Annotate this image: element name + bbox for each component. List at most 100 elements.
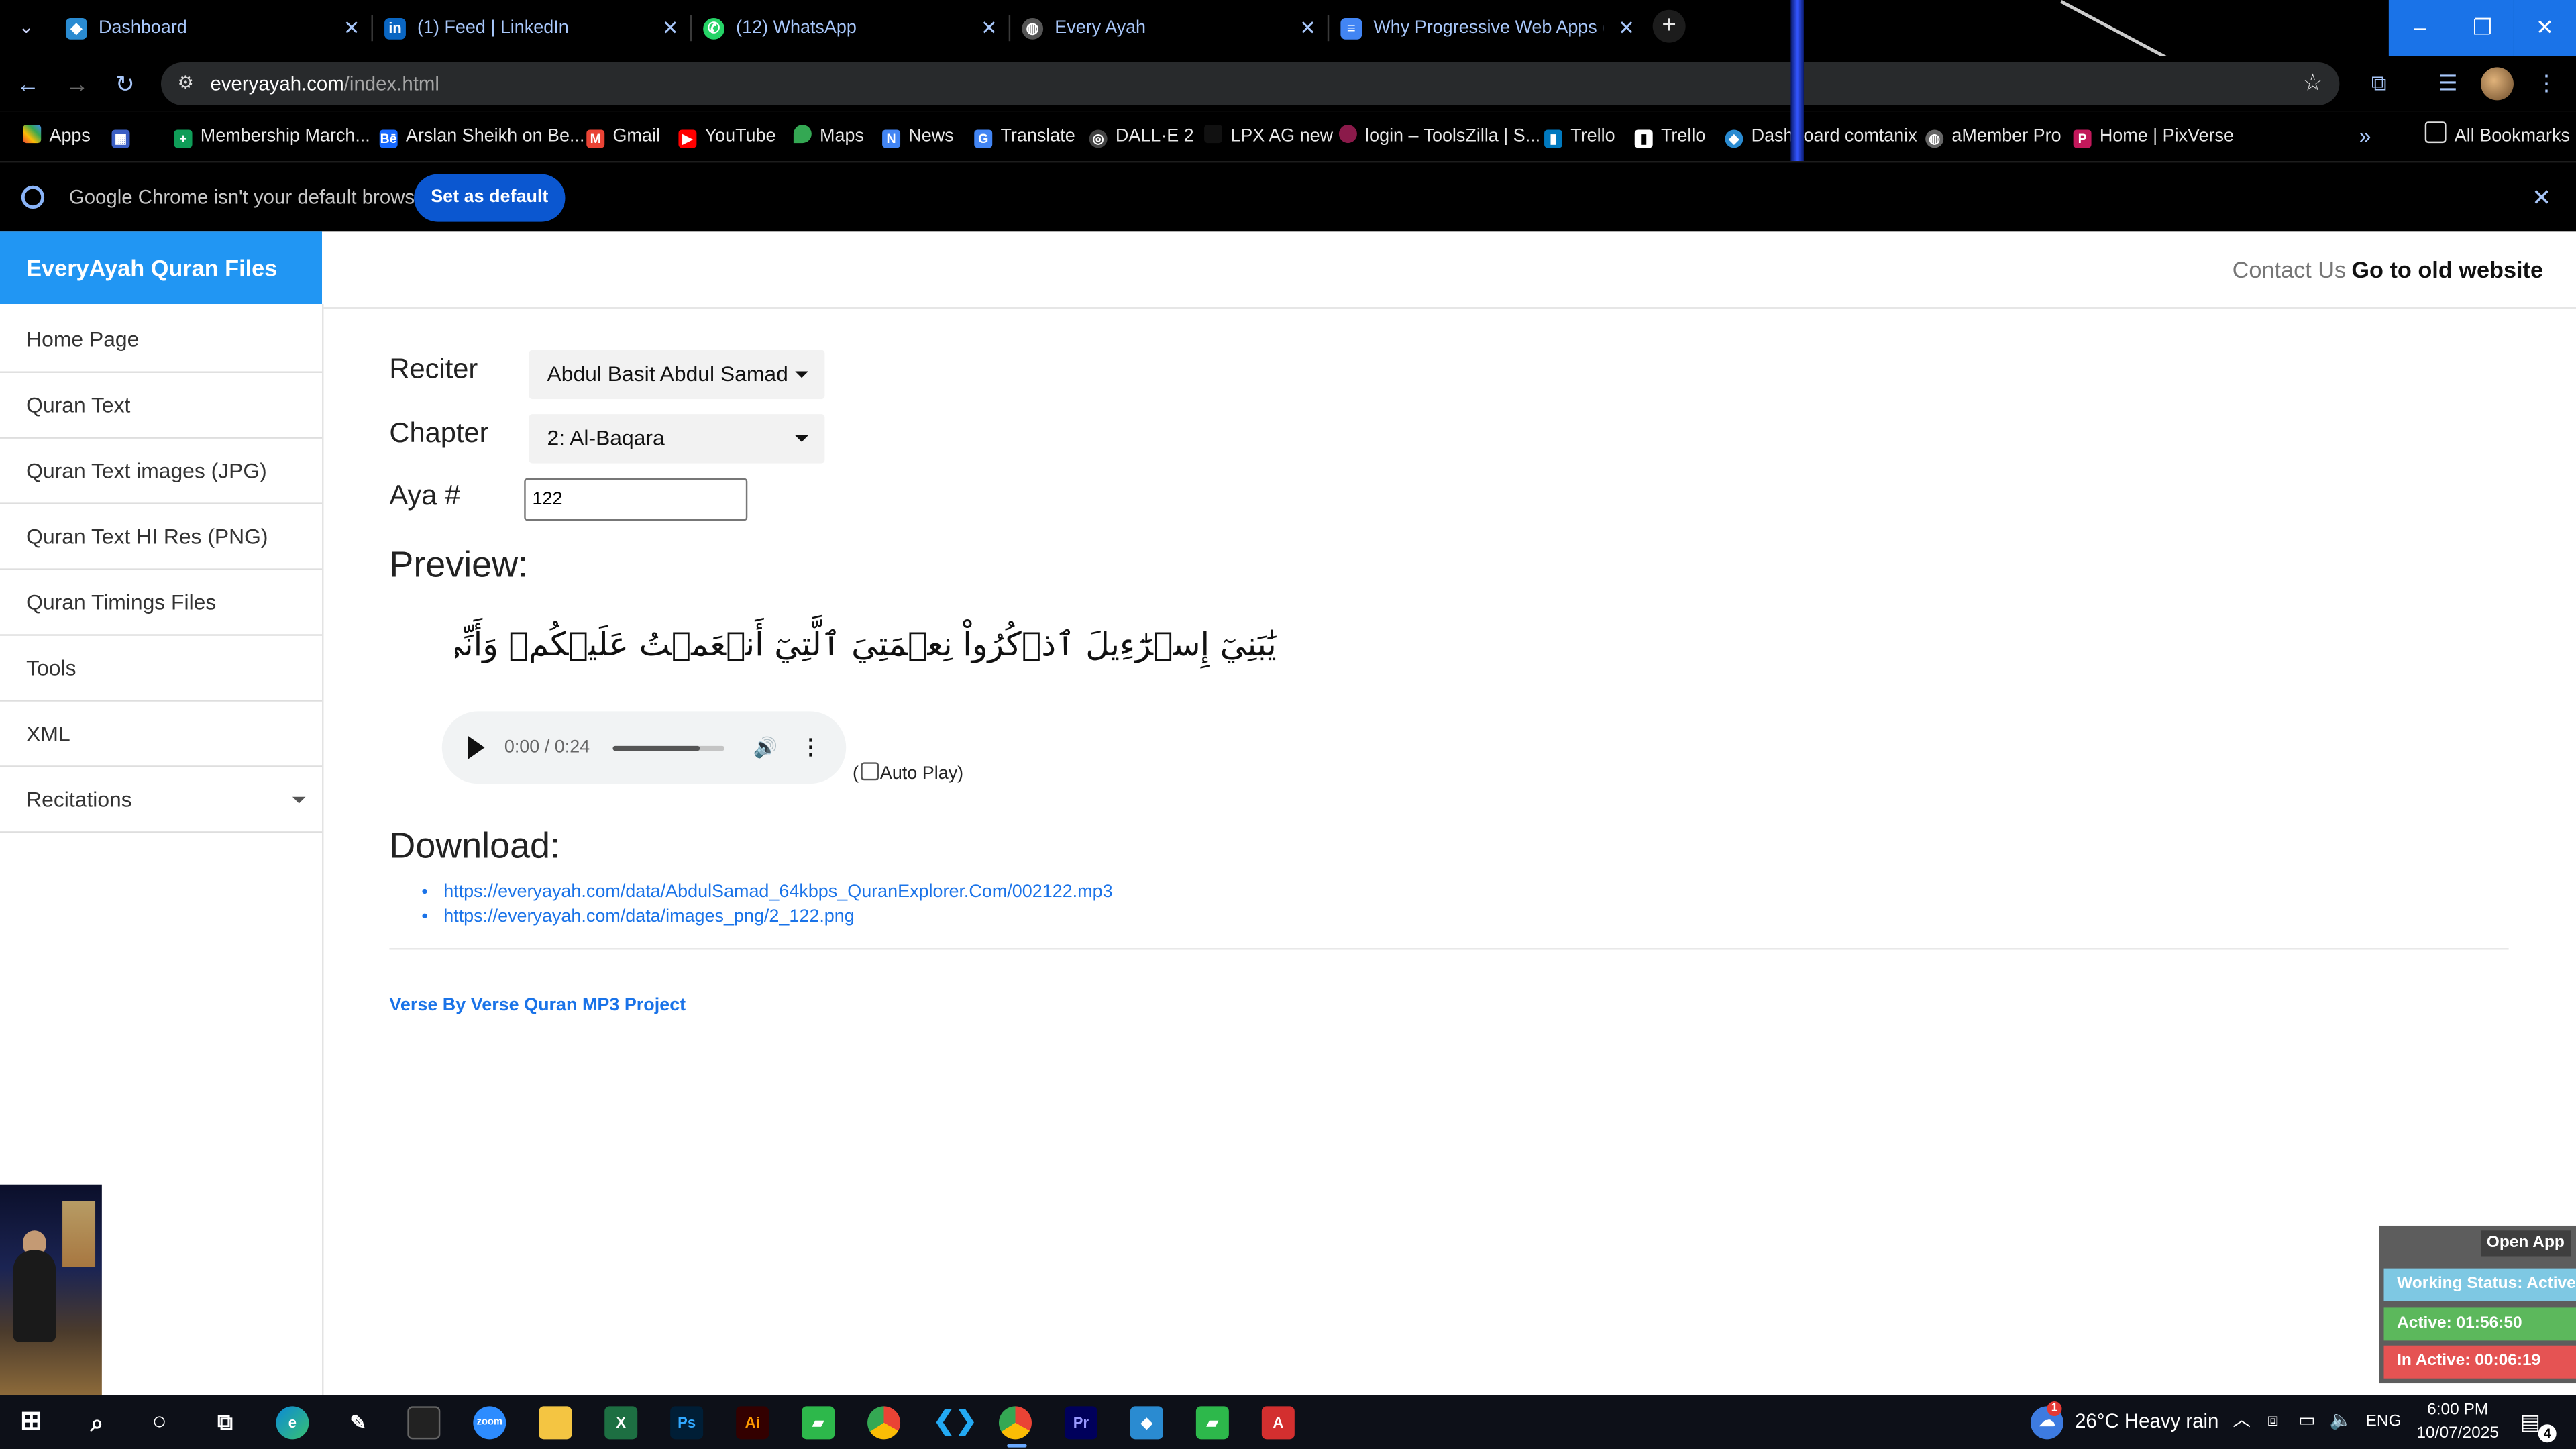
tab-progressive-web-apps[interactable]: ≡ Why Progressive Web Apps (PW ✕ (1331, 7, 1643, 50)
back-arrow-icon[interactable]: ← (13, 69, 43, 99)
bookmark-translate[interactable]: G Translate (974, 112, 1075, 161)
bookmark-lpx[interactable]: LPX AG new (1204, 112, 1333, 161)
file-explorer-icon[interactable] (539, 1406, 572, 1440)
sidebar-item-xml[interactable]: XML (0, 702, 323, 767)
mp3-download-link[interactable]: https://everyayah.com/data/AbdulSamad_64… (443, 882, 1112, 902)
display-icon[interactable]: ▭ (2298, 1395, 2315, 1449)
bookmark-maps[interactable]: Maps (793, 112, 864, 161)
reciter-select[interactable]: Abdul Basit Abdul Samad (529, 350, 825, 400)
tab-search-chevron-icon[interactable]: ⌄ (10, 13, 43, 43)
url-text[interactable]: everyayah.com/index.html (210, 62, 439, 105)
address-bar[interactable]: ⚙ everyayah.com/index.html ☆ (161, 62, 2340, 105)
app-icon[interactable]: ▰ (1195, 1406, 1229, 1440)
tab-whatsapp[interactable]: ✆ (12) WhatsApp ✕ (693, 7, 1005, 50)
network-icon[interactable]: ⧈ (2267, 1395, 2279, 1449)
chevron-up-icon[interactable]: ︿ (2233, 1395, 2251, 1449)
project-footer-link[interactable]: Verse By Verse Quran MP3 Project (389, 996, 686, 1015)
play-icon[interactable] (468, 736, 485, 759)
close-icon[interactable]: ✕ (2527, 182, 2557, 212)
extensions-icon[interactable]: ⧉ (2363, 67, 2396, 100)
infobar-message: Google Chrome isn't your default browser (68, 185, 433, 209)
bookmark-star-icon[interactable]: ☆ (2302, 69, 2323, 97)
chapter-select[interactable]: 2: Al-Baqara (529, 414, 825, 464)
contact-us-link[interactable]: Contact Us (2233, 231, 2347, 307)
weather-text[interactable]: 26°C Heavy rain (2075, 1395, 2218, 1449)
sidebar-item-recitations[interactable]: Recitations (0, 767, 323, 833)
new-tab-plus-icon[interactable]: + (1652, 9, 1686, 43)
bookmark-trello-1[interactable]: ▮ Trello (1544, 112, 1615, 161)
zoom-icon[interactable]: zoom (473, 1406, 506, 1440)
close-icon[interactable]: ✕ (657, 7, 684, 50)
chrome-icon[interactable] (998, 1406, 1032, 1440)
chrome-icon[interactable] (867, 1406, 901, 1440)
sidebar-item-quran-hires[interactable]: Quran Text HI Res (PNG) (0, 504, 323, 570)
bookmark-comtanix[interactable]: ◆ Dashboard comtanix (1725, 112, 1917, 161)
open-app-button[interactable]: Open App (2479, 1230, 2571, 1257)
audio-progress-bar[interactable] (612, 745, 725, 751)
bookmark-amember[interactable]: ◍ aMember Pro (1925, 112, 2061, 161)
kebab-menu-icon[interactable]: ⋮ (800, 733, 822, 762)
bookmark-news[interactable]: N News (882, 112, 954, 161)
sidebar-item-quran-images[interactable]: Quran Text images (JPG) (0, 439, 323, 504)
tab-dashboard[interactable]: ◆ Dashboard ✕ (56, 7, 368, 50)
bookmark-trello-2[interactable]: ▮ Trello (1634, 112, 1705, 161)
notifications-icon[interactable]: ▤ (2520, 1395, 2540, 1449)
excel-icon[interactable]: X (604, 1406, 638, 1440)
reload-icon[interactable]: ↻ (110, 69, 140, 99)
png-download-link[interactable]: https://everyayah.com/data/images_png/2_… (443, 907, 855, 926)
tab-every-ayah[interactable]: ◍ Every Ayah ✕ (1012, 7, 1324, 50)
bookmark-apps[interactable]: Apps (23, 112, 91, 161)
minimize-icon[interactable]: – (2388, 0, 2451, 56)
bookmark-gmail[interactable]: M Gmail (586, 112, 660, 161)
bookmark-pixverse[interactable]: P Home | PixVerse (2073, 112, 2234, 161)
premiere-icon[interactable]: Pr (1064, 1406, 1097, 1440)
kebab-menu-icon[interactable]: ⋮ (2530, 67, 2563, 100)
forward-arrow-icon[interactable]: → (62, 69, 92, 99)
sidebar-item-tools[interactable]: Tools (0, 636, 323, 702)
bookmark-toolszilla[interactable]: login – ToolsZilla | S... (1338, 112, 1540, 161)
acrobat-icon[interactable]: A (1261, 1406, 1295, 1440)
edge-icon[interactable]: e (276, 1406, 309, 1440)
close-icon[interactable]: ✕ (1295, 7, 1321, 50)
speaker-icon[interactable]: 🔈 (2330, 1395, 2353, 1449)
close-icon[interactable]: ✕ (976, 7, 1002, 50)
sidebar-item-timings[interactable]: Quran Timings Files (0, 570, 323, 636)
autoplay-checkbox[interactable] (860, 762, 879, 781)
sidebar-item-home[interactable]: Home Page (0, 307, 323, 373)
photoshop-icon[interactable]: Ps (670, 1406, 704, 1440)
aya-number-input[interactable] (524, 478, 748, 521)
old-website-link[interactable]: Go to old website (2351, 231, 2543, 307)
restore-icon[interactable]: ❐ (2451, 0, 2514, 56)
clock[interactable]: 6:00 PM 10/07/2025 (2408, 1400, 2507, 1446)
bookmark-dalle[interactable]: ◎ DALL·E 2 (1089, 112, 1194, 161)
vscode-icon[interactable]: ❮❯ (933, 1406, 977, 1439)
illustrator-icon[interactable]: Ai (736, 1406, 769, 1440)
search-icon[interactable]: ⌕ (80, 1406, 113, 1439)
app-icon[interactable]: ▰ (802, 1406, 835, 1440)
volume-icon[interactable]: 🔊 (753, 733, 779, 762)
site-info-icon[interactable]: ⚙ (174, 72, 197, 95)
bookmark-grid[interactable]: ▦ (111, 112, 138, 161)
dashboard-icon[interactable]: ◆ (1130, 1406, 1163, 1440)
autoplay-control[interactable]: (Auto Play) (853, 762, 963, 784)
pen-icon[interactable]: ✎ (341, 1406, 374, 1439)
windows-start-icon[interactable]: ⊞ (15, 1406, 48, 1439)
language-indicator[interactable]: ENG (2366, 1395, 2402, 1449)
sidebar-item-quran-text[interactable]: Quran Text (0, 373, 323, 439)
tab-linkedin[interactable]: in (1) Feed | LinkedIn ✕ (374, 7, 686, 50)
terminal-icon[interactable] (407, 1406, 441, 1440)
site-brand[interactable]: EveryAyah Quran Files (0, 231, 323, 305)
bookmark-behance[interactable]: Bē Arslan Sheikh on Be... (379, 112, 584, 161)
close-window-icon[interactable]: ✕ (2513, 0, 2576, 56)
bookmark-youtube[interactable]: ▶ YouTube (678, 112, 776, 161)
profile-avatar[interactable] (2480, 67, 2514, 101)
more-bookmarks-chevron-icon[interactable]: » (2359, 112, 2371, 161)
reading-list-icon[interactable]: ☰ (2432, 67, 2465, 100)
task-view-icon[interactable]: ⧉ (209, 1406, 241, 1439)
close-icon[interactable]: ✕ (1613, 7, 1640, 50)
set-as-default-button[interactable]: Set as default (414, 174, 566, 222)
close-icon[interactable]: ✕ (338, 7, 364, 50)
cortana-icon[interactable]: ○ (143, 1406, 176, 1439)
bookmark-membership[interactable]: + Membership March... (174, 112, 370, 161)
all-bookmarks[interactable]: All Bookmarks (2424, 112, 2570, 161)
